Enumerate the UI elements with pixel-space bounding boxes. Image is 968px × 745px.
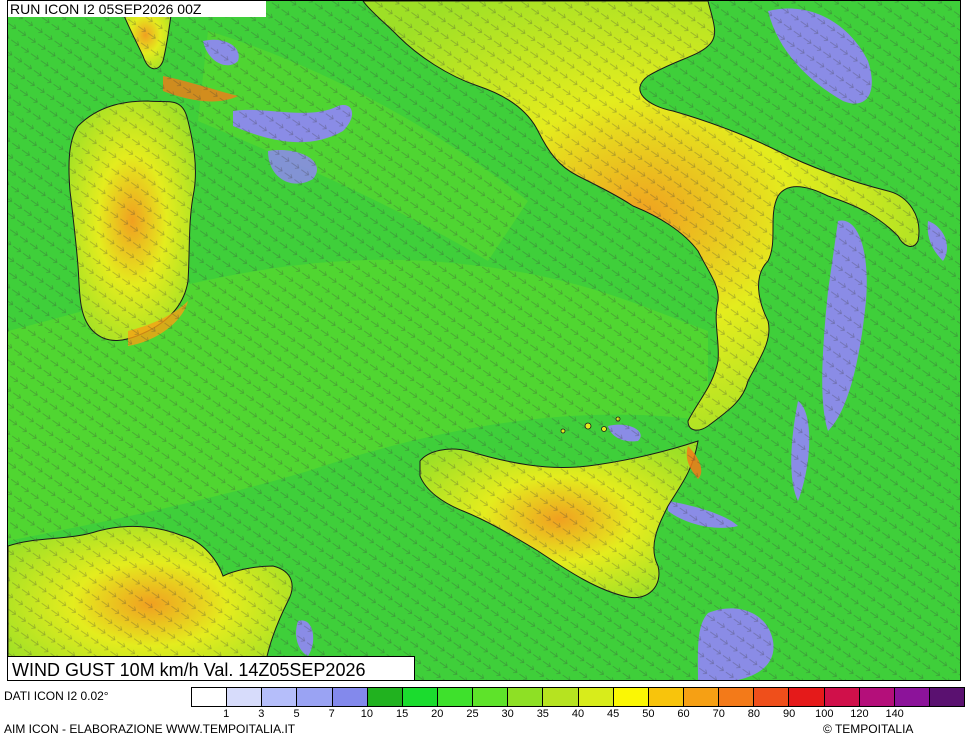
legend-tick-label: 120: [850, 708, 869, 720]
color-legend: [191, 687, 965, 707]
elaboration-label: AIM ICON - ELABORAZIONE WWW.TEMPOITALIA.…: [4, 722, 296, 736]
wind-arrows-layer: [8, 1, 960, 680]
legend-swatch: [754, 688, 790, 706]
legend-tick-label: 140: [885, 708, 904, 720]
legend-tick-label: 50: [642, 708, 655, 720]
legend-tick-label: 90: [782, 708, 796, 720]
legend-tick-label: 1: [223, 708, 230, 720]
legend-swatch: [894, 688, 930, 706]
legend-swatch: [402, 688, 438, 706]
legend-swatch: [859, 688, 895, 706]
legend-swatch: [789, 688, 825, 706]
legend-tick-label: 10: [360, 708, 374, 720]
legend-swatch: [367, 688, 403, 706]
legend-tick-label: 80: [747, 708, 761, 720]
legend-swatch: [192, 688, 228, 706]
legend-swatch: [683, 688, 720, 706]
legend-tick-label: 3: [258, 708, 265, 720]
data-source-label: DATI ICON I2 0.02°: [4, 689, 109, 703]
legend-swatch: [613, 688, 649, 706]
copyright-label: © TEMPOITALIA: [823, 722, 914, 736]
legend-swatch: [543, 688, 579, 706]
legend-swatch: [719, 688, 755, 706]
legend-swatch: [824, 688, 860, 706]
color-legend-ticks: 1 3 5 7 10 15 20 25 30 35 40 45 50 60 70 80 90 100 120 140: [191, 708, 965, 722]
legend-swatch: [297, 688, 333, 706]
run-label: RUN ICON I2 05SEP2026 00Z: [8, 1, 266, 17]
legend-tick-label: 20: [431, 708, 444, 720]
legend-swatch: [262, 688, 298, 706]
map-canvas: [8, 1, 960, 680]
legend-tick-label: 25: [466, 708, 479, 720]
legend-tick-label: 30: [501, 708, 514, 720]
legend-swatch: [648, 688, 684, 706]
legend-tick-label: 45: [607, 708, 620, 720]
legend-tick-label: 100: [815, 708, 834, 720]
legend-swatch: [332, 688, 368, 706]
legend-tick-label: 15: [395, 708, 409, 720]
legend-tick-label: 7: [328, 708, 335, 720]
legend-tick-label: 5: [293, 708, 300, 720]
legend-tick-label: 70: [712, 708, 725, 720]
legend-swatch: [227, 688, 263, 706]
legend-swatch: [508, 688, 544, 706]
legend-tick-label: 35: [536, 708, 549, 720]
legend-swatch: [578, 688, 614, 706]
legend-tick-label: 40: [571, 708, 585, 720]
map-title: WIND GUST 10M km/h Val. 14Z05SEP2026: [8, 656, 415, 680]
wind-gust-map: RUN ICON I2 05SEP2026 00Z WIND GUST 10M …: [7, 0, 961, 681]
legend-tick-label: 60: [677, 708, 690, 720]
legend-swatch: [437, 688, 474, 706]
legend-swatch: [929, 688, 965, 706]
legend-swatch: [473, 688, 509, 706]
